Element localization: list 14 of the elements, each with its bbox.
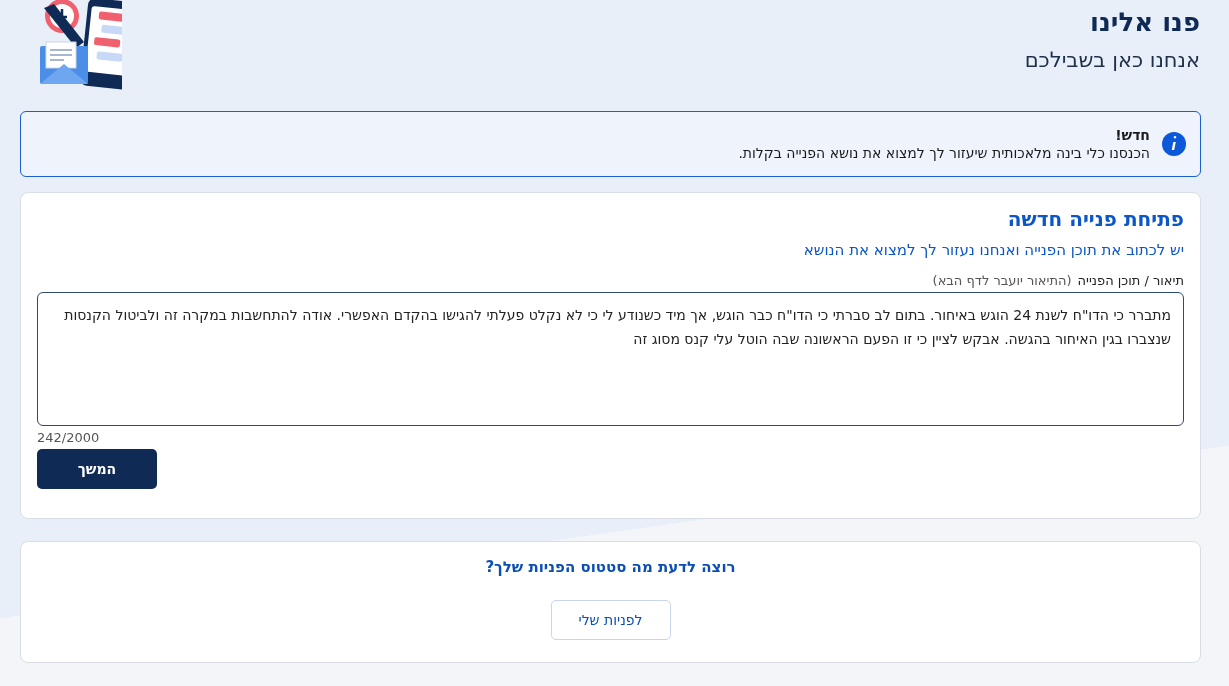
form-title: פתיחת פנייה חדשה [1006, 207, 1184, 231]
form-intro: יש לכתוב את תוכן הפנייה ואנחנו נעזור לך למצוא את הנושא [802, 241, 1184, 259]
character-counter: 242/2000 [37, 430, 101, 445]
field-hint: (התיאור יועבר לדף הבא) [932, 273, 1072, 288]
my-requests-button[interactable]: לפניות שלי [550, 600, 671, 640]
notice-text: הכנסנו כלי בינה מלאכותית שיעזור לך למצוא את נושא הפנייה בקלות. [738, 145, 1150, 161]
continue-button[interactable]: המשך [37, 449, 157, 489]
info-icon [1162, 132, 1186, 156]
page-title: פנו אלינו [1089, 6, 1200, 38]
page-subtitle: אנחנו כאן בשבילכם [1024, 48, 1200, 72]
notice-title: חדש! [1114, 127, 1150, 143]
status-question: רוצה לדעת מה סטטוס הפניות שלך? [485, 558, 736, 576]
field-label: תיאור / תוכן הפנייה [1077, 273, 1184, 288]
description-field[interactable]: מתברר כי הדו"ח לשנת 24 הוגש באיחור. בתום לב סברתי כי הדו"ח כבר הוגש, אך מיד כשנודע לי כי לא נקלט פעלתי להגישו בהקדם האפשרי. אודה להתחשבות במקרה זה ולביטול הקנסות שנצברו בגין האיחור בהגשה. אבקש לציין כי זו הפעם הראשונה שבה הוטל עלי קנס מסוג זה [37, 292, 1184, 426]
